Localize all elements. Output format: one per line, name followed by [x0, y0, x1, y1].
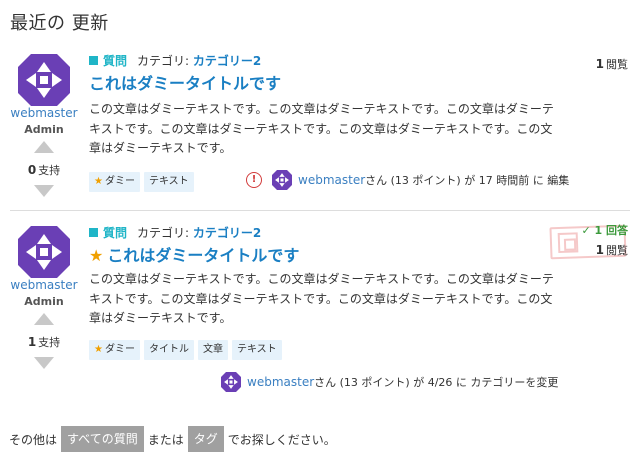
tag-list: ★ ダミー タイトル 文章 テキスト: [89, 340, 282, 360]
question-type-icon: [89, 56, 98, 65]
question-item: webmaster Admin 1 支持 質問 カテゴリ: カテゴリー2 ★ これはダ…: [0, 220, 642, 400]
category-label: カテゴリ:: [137, 226, 190, 240]
vote-count: 1 支持: [27, 335, 61, 349]
question-meta: 質問 カテゴリ: カテゴリー2: [89, 224, 261, 241]
activity-line: ! webmaster さん (13 ポイント) が 17 時間前 に 編集: [246, 170, 569, 190]
tag-item[interactable]: テキスト: [143, 172, 194, 192]
activity-user[interactable]: webmaster: [298, 173, 365, 187]
user-role: Admin: [24, 295, 64, 308]
answer-count: ✓ 1 回答: [581, 224, 628, 237]
category-link[interactable]: カテゴリー2: [193, 226, 261, 240]
question-title[interactable]: これはダミータイトルです: [89, 70, 281, 94]
vote-down-icon[interactable]: [34, 357, 54, 369]
category-label: カテゴリ:: [137, 54, 190, 68]
star-icon: ★: [94, 176, 103, 187]
avatar[interactable]: [18, 226, 70, 278]
divider: [10, 210, 630, 211]
page-title: 最近の 更新: [10, 13, 109, 34]
mini-avatar[interactable]: [221, 372, 241, 392]
question-meta: 質問 カテゴリ: カテゴリー2: [89, 52, 261, 69]
vote-down-icon[interactable]: [34, 185, 54, 197]
all-questions-button[interactable]: すべての質問: [61, 426, 144, 452]
footer-prefix: その他は: [9, 432, 58, 447]
tag-item[interactable]: ★ ダミー: [89, 340, 140, 360]
vote-count: 0 支持: [27, 163, 61, 177]
username[interactable]: webmaster: [6, 106, 82, 120]
flag-icon[interactable]: !: [246, 172, 262, 188]
user-role: Admin: [24, 123, 64, 136]
tag-item[interactable]: 文章: [197, 340, 228, 360]
view-count: 1 閲覧: [595, 243, 628, 257]
question-type: 質問: [103, 54, 128, 68]
star-icon: ★: [89, 246, 104, 265]
question-title[interactable]: ★ これはダミータイトルです: [89, 242, 299, 266]
activity-line: webmaster さん (13 ポイント) が 4/26 に カテゴリーを変更: [221, 372, 558, 392]
mini-avatar[interactable]: [272, 170, 292, 190]
username[interactable]: webmaster: [6, 278, 82, 292]
tag-item[interactable]: ★ ダミー: [89, 172, 140, 192]
tag-item[interactable]: タイトル: [143, 340, 194, 360]
tag-item[interactable]: テキスト: [231, 340, 282, 360]
tag-list: ★ ダミー テキスト: [89, 172, 194, 192]
star-icon: ★: [94, 344, 103, 355]
question-excerpt: この文章はダミーテキストです。この文章はダミーテキストです。この文章はダミーテキ…: [89, 272, 554, 325]
vote-up-icon[interactable]: [34, 313, 54, 325]
question-type: 質問: [103, 226, 128, 240]
vote-up-icon[interactable]: [34, 141, 54, 153]
tags-button[interactable]: タグ: [187, 426, 224, 452]
view-count: 1 閲覧: [595, 57, 628, 71]
activity-text: さん (13 ポイント) が 17 時間前 に 編集: [365, 174, 570, 187]
footer-or: または: [147, 432, 184, 447]
activity-user[interactable]: webmaster: [247, 375, 314, 389]
avatar[interactable]: [18, 54, 70, 106]
question-excerpt: この文章はダミーテキストです。この文章はダミーテキストです。この文章はダミーテキ…: [89, 102, 554, 155]
question-item: webmaster Admin 0 支持 質問 カテゴリ: カテゴリー2 これはダミ…: [0, 48, 642, 208]
footer: その他は すべての質問 または タグ でお探しください。: [9, 426, 336, 452]
question-type-icon: [89, 228, 98, 237]
activity-text: さん (13 ポイント) が 4/26 に カテゴリーを変更: [314, 376, 559, 389]
footer-suffix: でお探しください。: [227, 432, 336, 447]
category-link[interactable]: カテゴリー2: [193, 54, 261, 68]
